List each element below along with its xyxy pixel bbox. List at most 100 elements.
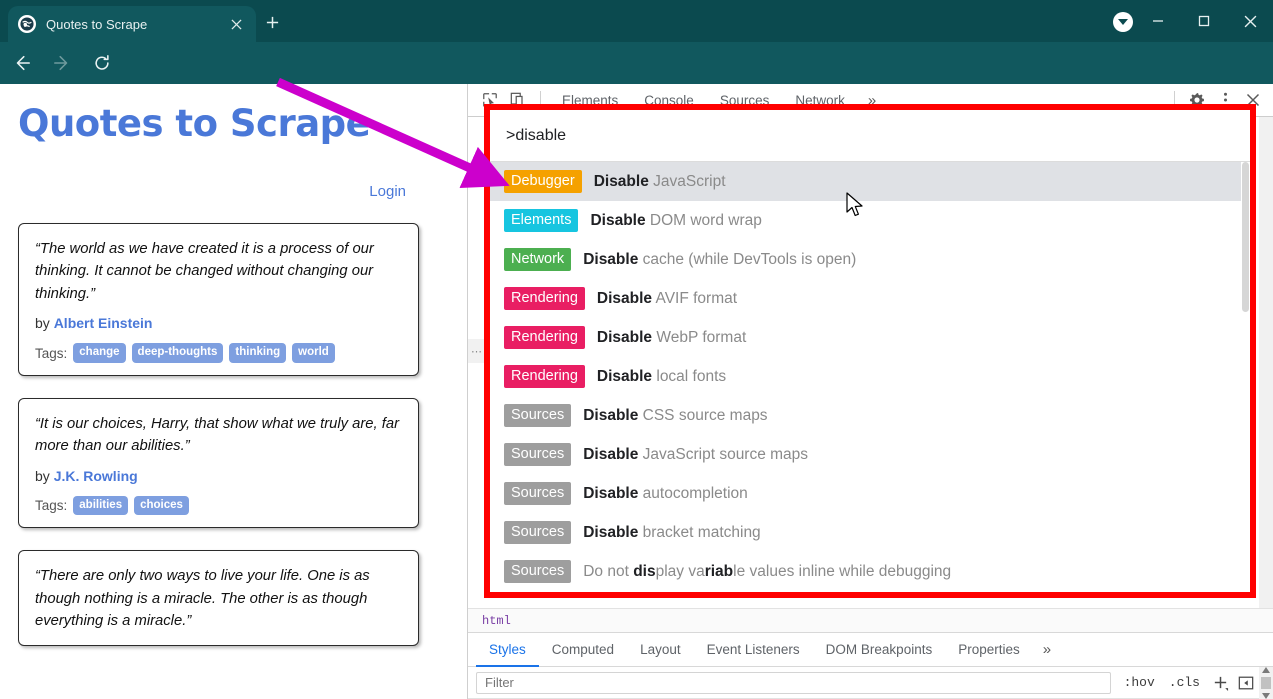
command-menu-item-label: Disable local fonts	[596, 367, 727, 385]
page-content: Quotes to Scrape Login “The world as we …	[0, 84, 452, 699]
styles-scrollbar[interactable]	[1259, 666, 1273, 699]
quote-text: “There are only two ways to live your li…	[35, 568, 370, 630]
quote-text: “It is our choices, Harry, that show wha…	[35, 415, 400, 455]
mouse-cursor	[846, 192, 866, 225]
elements-scrollbar[interactable]	[1259, 117, 1273, 632]
command-menu-item-label: Do not display variable values inline wh…	[583, 562, 952, 580]
by-label: by	[35, 315, 50, 332]
minimize-button[interactable]	[1135, 0, 1181, 42]
new-tab-button[interactable]	[258, 11, 286, 39]
close-window-button[interactable]	[1227, 0, 1273, 42]
command-menu-item-badge: Rendering	[504, 326, 585, 349]
command-menu-item[interactable]: Elements Disable DOM word wrap	[490, 201, 1250, 240]
command-menu-item-badge: Rendering	[504, 365, 585, 388]
command-menu-query: >disable	[506, 126, 567, 144]
command-menu-item[interactable]: Rendering Disable AVIF format	[490, 279, 1250, 318]
login-row: Login	[18, 183, 434, 201]
panel-collapse-icon[interactable]	[1233, 671, 1259, 695]
command-menu-item-badge: Sources	[504, 521, 572, 544]
page-title: Quotes to Scrape	[18, 102, 371, 145]
browser-tab-title: Quotes to Scrape	[46, 16, 148, 32]
command-menu-item-label: Disable JavaScript	[593, 172, 726, 190]
command-menu-item-badge: Sources	[504, 443, 572, 466]
arrow-right-icon[interactable]	[44, 45, 80, 81]
tag[interactable]: abilities	[73, 495, 129, 516]
tab-computed[interactable]: Computed	[539, 633, 627, 667]
tag[interactable]: thinking	[229, 343, 287, 363]
quote-author[interactable]: J.K. Rowling	[54, 468, 138, 484]
quote-author[interactable]: Albert Einstein	[54, 315, 153, 331]
quote-card: “It is our choices, Harry, that show wha…	[18, 397, 419, 529]
tab-dom-breakpoints[interactable]: DOM Breakpoints	[813, 633, 946, 667]
command-menu-item-label: Disable CSS source maps	[583, 406, 768, 424]
command-menu-list: Debugger Disable JavaScript Elements Disabl…	[490, 162, 1250, 592]
arrow-left-icon[interactable]	[4, 45, 40, 81]
tag[interactable]: choices	[134, 495, 189, 516]
hov-button[interactable]: :hov	[1117, 675, 1162, 690]
command-menu-item-label: Disable AVIF format	[596, 289, 738, 307]
quote-card: “The world as we have created it is a pr…	[18, 223, 419, 376]
command-menu-item[interactable]: Sources Disable JavaScript source maps	[490, 435, 1250, 474]
window-controls	[1135, 0, 1273, 42]
tags-label: Tags:	[35, 498, 68, 514]
styles-filter-bar: :hov .cls	[468, 666, 1273, 699]
tag[interactable]: deep-thoughts	[131, 343, 224, 363]
command-menu-item[interactable]: Network Disable cache (while DevTools is …	[490, 240, 1250, 279]
quote-tags: Tags: change deep-thoughts thinking worl…	[35, 343, 402, 363]
quote-author-line: by Albert Einstein	[35, 315, 402, 331]
command-menu-item[interactable]: Sources Do not display variable values in…	[490, 552, 1250, 591]
tag[interactable]: change	[73, 343, 126, 363]
command-menu-item[interactable]: Sources Disable CSS source maps	[490, 396, 1250, 435]
cls-button[interactable]: .cls	[1162, 675, 1207, 690]
browser-tab-strip: Quotes to Scrape	[0, 0, 1273, 42]
command-menu-item-label: Disable bracket matching	[583, 523, 761, 541]
command-menu-item-badge: Sources	[504, 482, 572, 505]
by-label: by	[35, 467, 50, 484]
command-menu-item-badge: Rendering	[504, 287, 585, 310]
command-menu: >disable Debugger Disable JavaScript Eleme…	[484, 104, 1256, 598]
filter-input[interactable]	[476, 671, 1111, 694]
devtools-sidebar-tabs: Styles Computed Layout Event Listeners D…	[468, 632, 1273, 667]
command-menu-input[interactable]: >disable	[490, 110, 1250, 162]
quote-card: “There are only two ways to live your li…	[18, 550, 419, 646]
command-menu-item-badge: Sources	[504, 560, 572, 583]
reload-icon[interactable]	[84, 45, 120, 81]
command-menu-item[interactable]: Rendering Disable local fonts	[490, 357, 1250, 396]
browser-toolbar: quotes.toscrape.com/js/ S	[0, 42, 1273, 118]
quote-author-line: by J.K. Rowling	[35, 468, 402, 484]
more-sidebar-tabs-icon[interactable]: »	[1033, 641, 1061, 658]
globe-icon	[18, 15, 36, 33]
tab-styles[interactable]: Styles	[476, 633, 539, 667]
breadcrumb: html	[468, 608, 1273, 632]
scroll-down-arrow-icon	[1262, 692, 1270, 699]
command-menu-item-label: Disable WebP format	[596, 328, 747, 346]
new-style-rule-button[interactable]	[1207, 671, 1233, 695]
command-menu-scrollbar[interactable]	[1241, 162, 1250, 592]
command-menu-item[interactable]: Sources Disable autocompletion	[490, 474, 1250, 513]
command-menu-item[interactable]: Sources Disable bracket matching	[490, 513, 1250, 552]
breadcrumb-item-html[interactable]: html	[482, 614, 511, 628]
tab-layout[interactable]: Layout	[627, 633, 694, 667]
command-menu-scrollbar-thumb[interactable]	[1242, 162, 1249, 312]
command-menu-item[interactable]: Debugger Disable JavaScript	[490, 162, 1250, 201]
command-menu-item[interactable]: Rendering Disable WebP format	[490, 318, 1250, 357]
tab-properties[interactable]: Properties	[945, 633, 1033, 667]
browser-tab[interactable]: Quotes to Scrape	[8, 6, 256, 42]
command-menu-item-label: Disable JavaScript source maps	[583, 445, 809, 463]
tags-label: Tags:	[35, 345, 68, 361]
tab-search-button[interactable]	[1113, 12, 1133, 32]
close-icon[interactable]	[226, 14, 246, 34]
maximize-button[interactable]	[1181, 0, 1227, 42]
command-menu-item-label: Disable autocompletion	[583, 484, 748, 502]
scroll-up-arrow-icon	[1262, 666, 1270, 673]
command-menu-item-badge: Elements	[504, 209, 579, 232]
tab-event-listeners[interactable]: Event Listeners	[694, 633, 813, 667]
command-menu-item-badge: Debugger	[504, 170, 582, 193]
tag[interactable]: world	[292, 343, 335, 363]
command-menu-item-label: Disable cache (while DevTools is open)	[583, 250, 857, 268]
page-viewport: Quotes to Scrape Login “The world as we …	[0, 84, 467, 699]
command-menu-item-badge: Sources	[504, 404, 572, 427]
quote-text: “The world as we have created it is a pr…	[35, 241, 374, 302]
screen: Quotes to Scrape Quotes to Scrape Login …	[0, 0, 1273, 699]
login-link[interactable]: Login	[369, 183, 406, 200]
